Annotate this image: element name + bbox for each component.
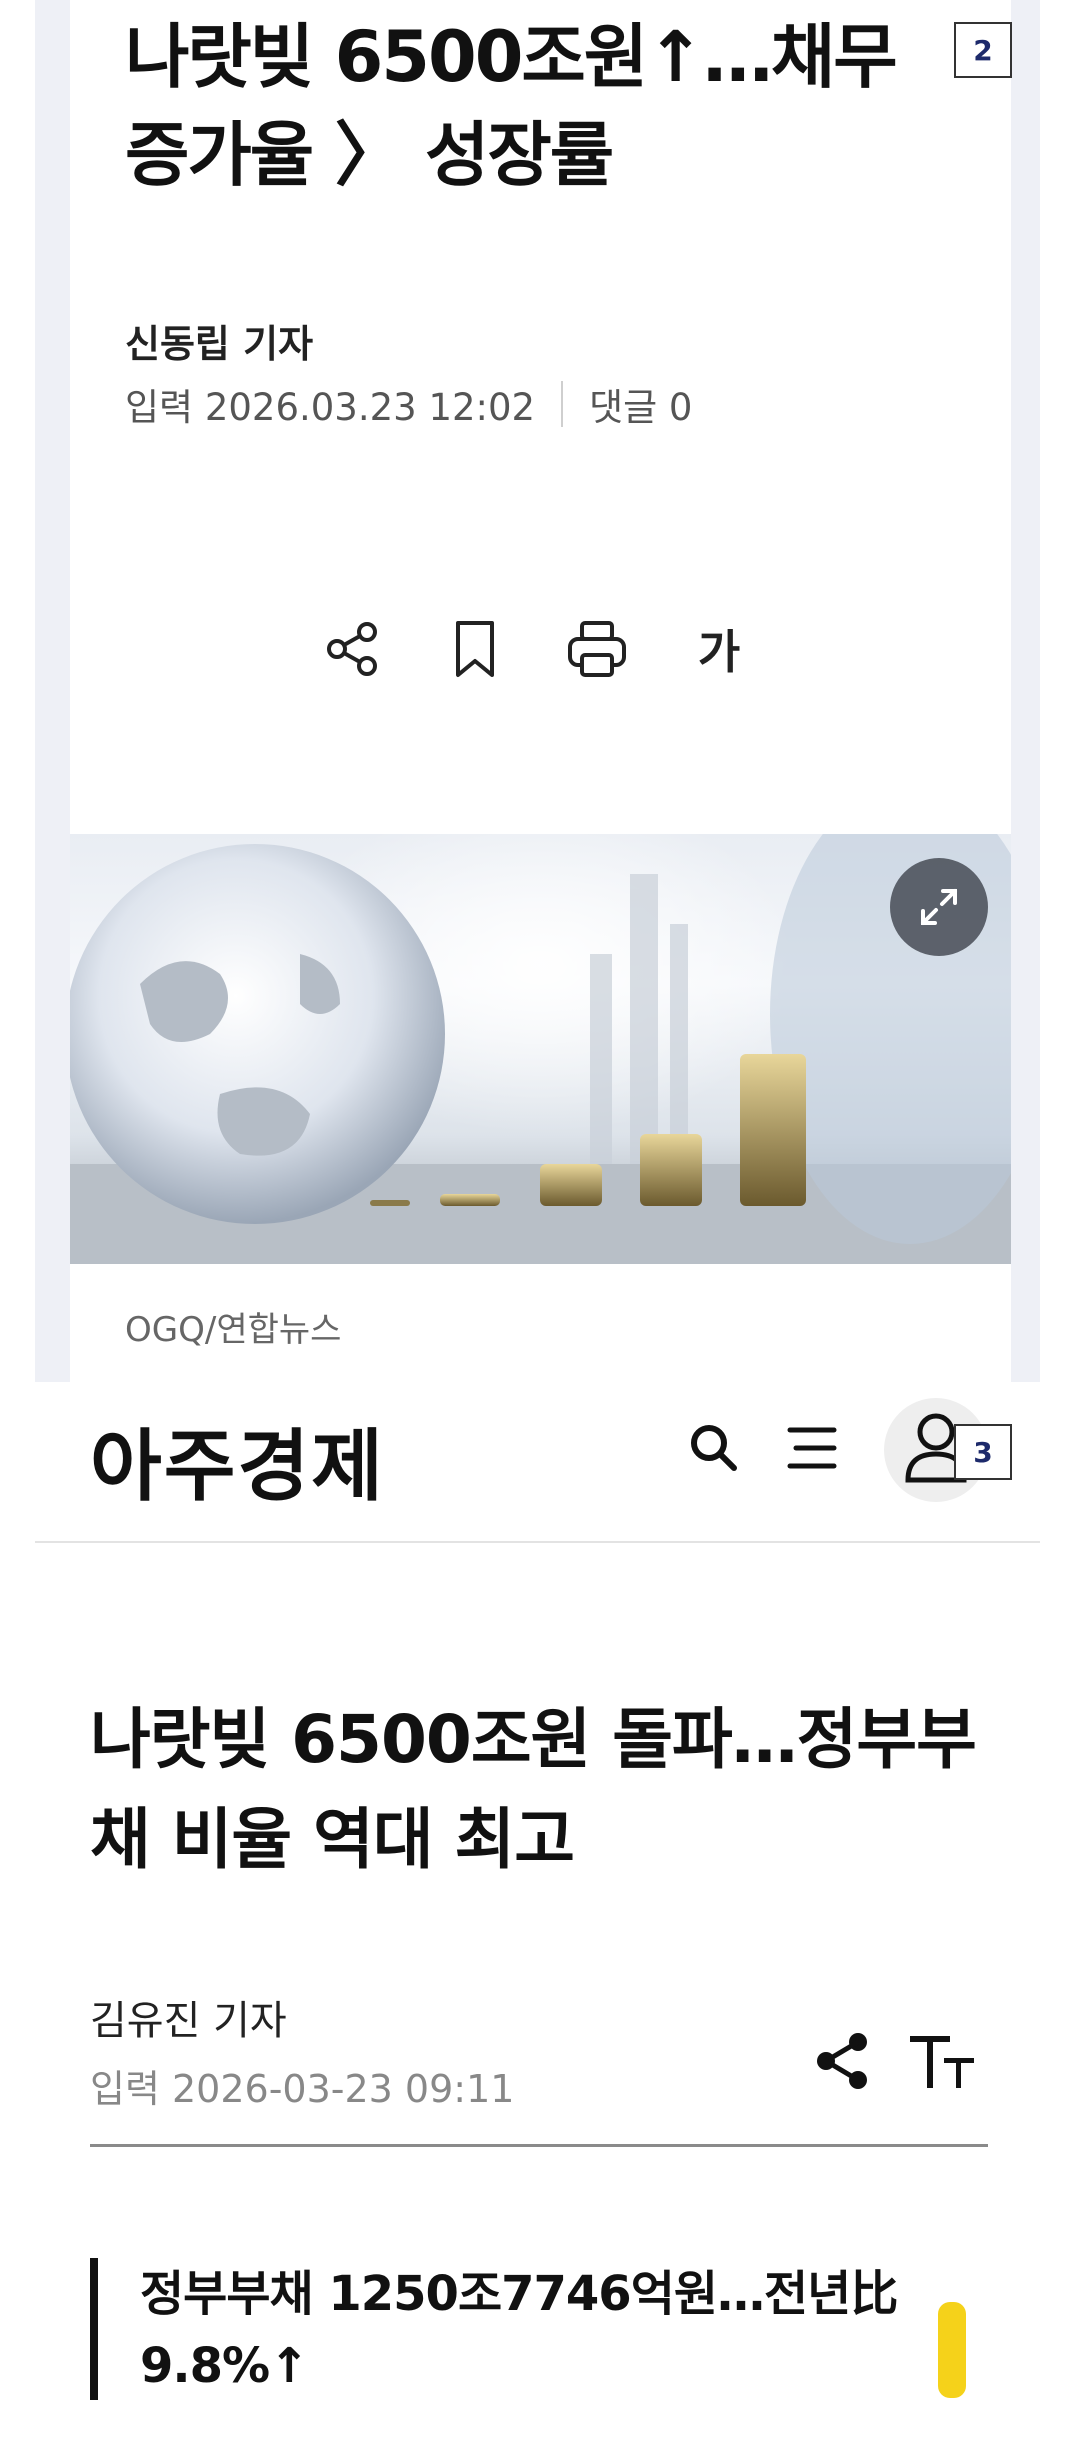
highlighter-mark xyxy=(938,2302,966,2398)
share-icon[interactable] xyxy=(318,614,388,684)
site-logo[interactable]: 아주경제 xyxy=(90,1404,385,1516)
expand-image-button[interactable] xyxy=(890,858,988,956)
font-size-icon[interactable] xyxy=(908,2032,978,2094)
article-image xyxy=(70,834,1011,1264)
share-icon[interactable] xyxy=(812,2030,874,2092)
image-caption: OGQ/연합뉴스 xyxy=(125,1310,342,1350)
meta-divider xyxy=(561,381,564,427)
panel-number-label: 3 xyxy=(954,1424,1012,1480)
subheading-bar xyxy=(90,2258,98,2400)
menu-icon[interactable] xyxy=(782,1418,842,1478)
reporter-name[interactable]: 김유진 기자 xyxy=(90,1988,287,2046)
reporter-name[interactable]: 신동립 기자 xyxy=(125,313,313,368)
publish-date: 입력 2026.03.23 12:02 xyxy=(125,386,536,429)
article-title: 나랏빚 6500조원↑…채무증가율 〉 성장률 xyxy=(125,16,898,196)
article-subheading: 정부부채 1250조7746억원…전년比 9.8%↑ xyxy=(140,2266,898,2394)
panel-number-label: 2 xyxy=(954,22,1012,78)
search-icon[interactable] xyxy=(684,1418,744,1478)
meta-divider xyxy=(90,2144,988,2147)
print-icon[interactable] xyxy=(562,614,632,684)
comment-count[interactable]: 댓글 0 xyxy=(589,377,692,431)
font-size-button[interactable]: 가 xyxy=(684,614,754,684)
publish-date: 입력 2026-03-23 09:11 xyxy=(90,2067,515,2111)
bookmark-icon[interactable] xyxy=(440,614,510,684)
article-meta: 입력 2026.03.23 12:02 댓글 0 xyxy=(125,377,692,431)
article-title: 나랏빚 6500조원 돌파…정부부채 비율 역대 최고 xyxy=(90,1701,977,1878)
header-divider xyxy=(35,1541,1040,1543)
